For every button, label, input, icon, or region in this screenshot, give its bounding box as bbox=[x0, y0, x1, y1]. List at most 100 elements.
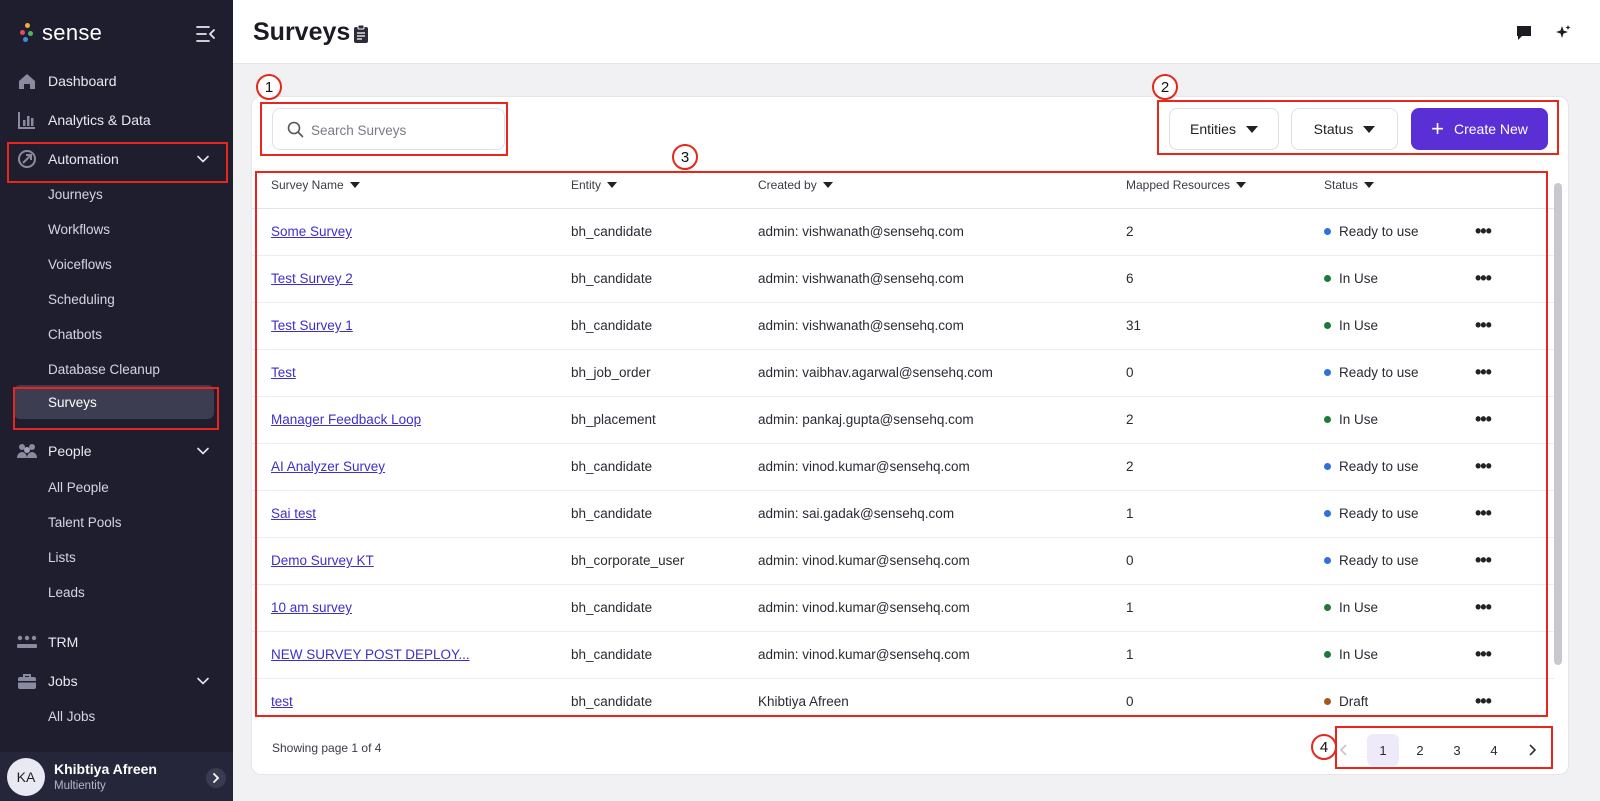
plus-icon: + bbox=[1431, 116, 1444, 141]
status-dot-icon bbox=[1324, 697, 1331, 705]
caret-down-icon bbox=[1245, 125, 1258, 133]
survey-name-link[interactable]: Some Survey bbox=[271, 224, 352, 239]
survey-name-link[interactable]: Test bbox=[271, 365, 296, 380]
sidebar-subitem-chatbots[interactable]: Chatbots bbox=[14, 317, 214, 351]
sidebar-subitem-surveys[interactable]: Surveys bbox=[14, 385, 214, 419]
sidebar-subitem-database-cleanup[interactable]: Database Cleanup bbox=[14, 352, 214, 386]
entity-cell: bh_candidate bbox=[571, 647, 653, 662]
table-row: 10 am survey bh_candidate admin: vinod.kum… bbox=[252, 585, 1554, 632]
sidebar-item-automation[interactable]: Automation bbox=[0, 141, 233, 177]
automation-icon bbox=[16, 148, 38, 170]
column-header-created-by[interactable]: Created by bbox=[758, 178, 833, 192]
survey-name-link[interactable]: AI Analyzer Survey bbox=[271, 459, 385, 474]
chevron-down-icon[interactable] bbox=[196, 674, 210, 688]
sidebar-subitem-leads[interactable]: Leads bbox=[14, 575, 214, 609]
mapped-resources-cell: 6 bbox=[1126, 271, 1134, 286]
more-options-icon[interactable]: ••• bbox=[1475, 268, 1492, 289]
table-scrollbar[interactable] bbox=[1554, 183, 1562, 665]
search-input[interactable] bbox=[311, 118, 491, 142]
more-options-icon[interactable]: ••• bbox=[1475, 315, 1492, 336]
survey-name-link[interactable]: Demo Survey KT bbox=[271, 553, 374, 568]
chat-icon[interactable] bbox=[1515, 24, 1533, 42]
more-options-icon[interactable]: ••• bbox=[1475, 221, 1492, 242]
more-options-icon[interactable]: ••• bbox=[1475, 503, 1492, 524]
sidebar-subitem-journeys[interactable]: Journeys bbox=[14, 177, 214, 211]
chevron-right-icon[interactable] bbox=[206, 768, 226, 788]
mapped-resources-cell: 2 bbox=[1126, 224, 1134, 239]
more-options-icon[interactable]: ••• bbox=[1475, 691, 1492, 712]
sidebar-subitem-lists[interactable]: Lists bbox=[14, 540, 214, 574]
create-new-label: Create New bbox=[1453, 121, 1528, 137]
chevron-down-icon[interactable] bbox=[196, 152, 210, 166]
survey-name-link[interactable]: NEW SURVEY POST DEPLOY... bbox=[271, 647, 470, 662]
sort-caret-icon bbox=[349, 182, 360, 188]
sidebar-subitem-label: Journeys bbox=[48, 186, 103, 202]
sidebar-item-jobs[interactable]: Jobs bbox=[0, 663, 233, 699]
entity-cell: bh_candidate bbox=[571, 694, 653, 709]
survey-name-link[interactable]: Test Survey 1 bbox=[271, 318, 353, 333]
more-options-icon[interactable]: ••• bbox=[1475, 362, 1492, 383]
entities-filter-button[interactable]: Entities bbox=[1169, 108, 1279, 150]
column-header-mapped-resources[interactable]: Mapped Resources bbox=[1126, 178, 1247, 192]
ai-sparkle-icon[interactable] bbox=[1554, 24, 1572, 42]
sidebar-item-dashboard[interactable]: Dashboard bbox=[0, 63, 233, 99]
page-button-1[interactable]: 1 bbox=[1367, 734, 1399, 766]
status-label: In Use bbox=[1339, 318, 1379, 333]
entity-cell: bh_candidate bbox=[571, 459, 653, 474]
sidebar-subitem-scheduling[interactable]: Scheduling bbox=[14, 282, 214, 316]
more-options-icon[interactable]: ••• bbox=[1475, 597, 1492, 618]
collapse-sidebar-icon[interactable] bbox=[196, 25, 216, 43]
sidebar-item-label: Jobs bbox=[48, 673, 78, 689]
brand-logo[interactable]: sense bbox=[20, 18, 102, 48]
sidebar-item-trm[interactable]: TRM bbox=[0, 624, 233, 660]
survey-name-link[interactable]: Manager Feedback Loop bbox=[271, 412, 421, 427]
sidebar-subitem-label: Database Cleanup bbox=[48, 361, 160, 377]
survey-name-link[interactable]: 10 am survey bbox=[271, 600, 352, 615]
caret-down-icon bbox=[1363, 125, 1376, 133]
more-options-icon[interactable]: ••• bbox=[1475, 456, 1492, 477]
column-header-entity[interactable]: Entity bbox=[571, 178, 618, 192]
column-header-status[interactable]: Status bbox=[1324, 178, 1375, 192]
sidebar-item-people[interactable]: People bbox=[0, 433, 233, 469]
column-header-survey-name[interactable]: Survey Name bbox=[271, 178, 360, 192]
status-badge: Draft bbox=[1324, 694, 1368, 709]
user-subtitle: Multientity bbox=[54, 780, 106, 792]
page-button-3[interactable]: 3 bbox=[1441, 734, 1473, 766]
sidebar-subitem-all-jobs[interactable]: All Jobs bbox=[14, 699, 214, 733]
status-badge: Ready to use bbox=[1324, 459, 1419, 474]
status-dot-icon bbox=[1324, 368, 1331, 376]
survey-name-link[interactable]: test bbox=[271, 694, 293, 709]
table-row: Test bh_job_order admin: vaibhav.agarwal@s… bbox=[252, 350, 1554, 397]
table-row: Some Survey bh_candidate admin: vishwanath… bbox=[252, 209, 1554, 256]
survey-name-link[interactable]: Sai test bbox=[271, 506, 316, 521]
create-new-button[interactable]: + Create New bbox=[1411, 108, 1548, 150]
sidebar-subitem-voiceflows[interactable]: Voiceflows bbox=[14, 247, 214, 281]
page-button-4[interactable]: 4 bbox=[1478, 734, 1510, 766]
search-field[interactable] bbox=[272, 108, 505, 150]
status-dot-icon bbox=[1324, 556, 1331, 564]
column-header-label: Entity bbox=[571, 178, 602, 192]
table-row: Demo Survey KT bh_corporate_user admin: vi… bbox=[252, 538, 1554, 585]
page-button-2[interactable]: 2 bbox=[1404, 734, 1436, 766]
chevron-down-icon[interactable] bbox=[196, 444, 210, 458]
sidebar-subitem-label: All People bbox=[48, 479, 109, 495]
mapped-resources-cell: 2 bbox=[1126, 412, 1134, 427]
survey-name-link[interactable]: Test Survey 2 bbox=[271, 271, 353, 286]
next-page-button[interactable] bbox=[1516, 734, 1548, 766]
status-dot-icon bbox=[1324, 603, 1331, 611]
sidebar-item-label: Automation bbox=[48, 151, 119, 167]
status-badge: Ready to use bbox=[1324, 506, 1419, 521]
more-options-icon[interactable]: ••• bbox=[1475, 409, 1492, 430]
sidebar-subitem-workflows[interactable]: Workflows bbox=[14, 212, 214, 246]
more-options-icon[interactable]: ••• bbox=[1475, 644, 1492, 665]
sidebar-subitem-label: All Jobs bbox=[48, 708, 96, 724]
user-profile[interactable]: KA Khibtiya Afreen Multientity bbox=[0, 752, 233, 801]
sidebar-item-analytics[interactable]: Analytics & Data bbox=[0, 102, 233, 138]
sidebar-subitem-talent-pools[interactable]: Talent Pools bbox=[14, 505, 214, 539]
status-filter-button[interactable]: Status bbox=[1291, 108, 1398, 150]
sidebar-subitem-all-people[interactable]: All People bbox=[14, 470, 214, 504]
mapped-resources-cell: 2 bbox=[1126, 459, 1134, 474]
sort-caret-icon bbox=[607, 182, 618, 188]
more-options-icon[interactable]: ••• bbox=[1475, 550, 1492, 571]
created-by-cell: admin: vinod.kumar@sensehq.com bbox=[758, 647, 970, 662]
